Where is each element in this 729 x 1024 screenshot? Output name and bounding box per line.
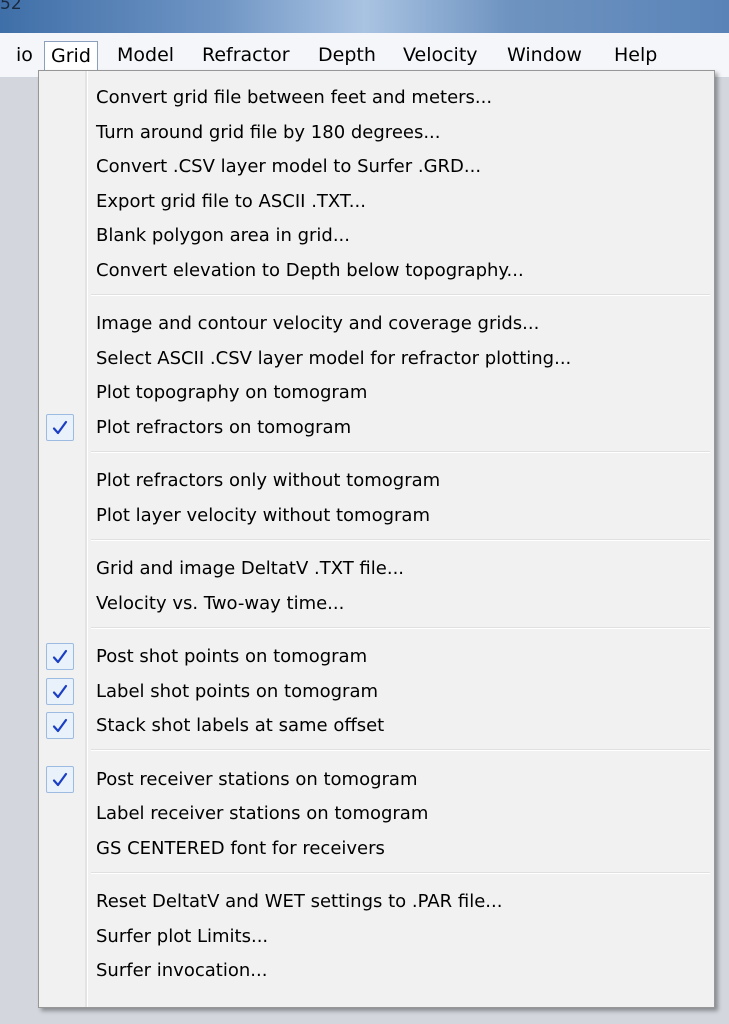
menu-item-label: Label receiver stations on tomogram — [96, 803, 429, 824]
menu-separator — [91, 749, 710, 751]
checkmark-icon — [46, 765, 74, 793]
menu-separator — [91, 871, 710, 874]
menu-item[interactable]: Plot topography on tomogram — [41, 376, 712, 410]
menu-item-label: Plot layer velocity without tomogram — [96, 504, 430, 526]
menu-item[interactable]: Surfer invocation... — [41, 954, 712, 988]
window-title: 52 — [0, 0, 22, 14]
menu-item[interactable]: Label shot points on tomogram — [41, 675, 712, 709]
menu-item[interactable]: Velocity vs. Two-way time... — [41, 587, 712, 621]
menu-item[interactable]: Reset DeltatV and WET settings to .PAR f… — [41, 885, 712, 919]
menu-velocity[interactable]: Velocity — [397, 41, 484, 69]
menu-item-label: Surfer invocation... — [96, 960, 268, 981]
menu-grid[interactable]: Grid — [44, 41, 98, 71]
menu-item[interactable]: Grid and image DeltatV .TXT file... — [41, 552, 712, 586]
menu-item[interactable]: Turn around grid file by 180 degrees... — [41, 116, 712, 150]
checkmark-icon — [46, 712, 74, 739]
window-title-bar: 52 — [0, 0, 729, 33]
menu-item-label: Convert elevation to Depth below topogra… — [96, 259, 524, 281]
menu-item[interactable]: Plot layer velocity without tomogram — [41, 499, 712, 533]
menu-item[interactable]: Convert grid file between feet and meter… — [41, 81, 712, 115]
menu-item[interactable]: Image and contour velocity and coverage … — [41, 307, 712, 341]
menu-item[interactable]: Label receiver stations on tomogram — [41, 797, 712, 831]
menu-item-label: GS CENTERED font for receivers — [96, 837, 385, 859]
menu-help[interactable]: Help — [608, 41, 663, 69]
menu-depth[interactable]: Depth — [312, 41, 382, 69]
checkmark-icon — [46, 413, 74, 441]
grid-menu-dropdown: Convert grid file between feet and meter… — [38, 70, 715, 1008]
menu-item-label: Image and contour velocity and coverage … — [96, 313, 540, 334]
menu-separator — [91, 626, 710, 629]
menu-item[interactable]: Plot refractors on tomogram — [41, 411, 712, 445]
menu-item-label: Convert grid file between feet and meter… — [96, 87, 493, 108]
menu-item-label: Surfer plot Limits... — [96, 925, 269, 947]
menu-item-label: Plot refractors on tomogram — [96, 416, 352, 438]
menu-item[interactable]: Surfer plot Limits... — [41, 920, 712, 954]
checkmark-icon — [46, 643, 74, 670]
menu-item[interactable]: Convert .CSV layer model to Surfer .GRD.… — [41, 150, 712, 184]
menu-separator — [91, 538, 710, 541]
menu-item-label: Select ASCII .CSV layer model for refrac… — [96, 347, 572, 369]
menu-item[interactable]: GS CENTERED font for receivers — [41, 832, 712, 866]
menu-item[interactable]: Stack shot labels at same offset — [41, 709, 712, 743]
menu-item-label: Export grid file to ASCII .TXT... — [96, 190, 366, 212]
menu-item[interactable]: Blank polygon area in grid... — [41, 219, 712, 253]
menu-item-label: Label shot points on tomogram — [96, 680, 379, 702]
menu-item-label: Plot topography on tomogram — [96, 382, 368, 403]
menu-item-label: Turn around grid file by 180 degrees... — [96, 121, 441, 143]
menu-item-label: Blank polygon area in grid... — [96, 225, 351, 246]
menu-separator — [91, 450, 710, 453]
menu-item-label: Post receiver stations on tomogram — [96, 768, 418, 790]
menu-model[interactable]: Model — [111, 41, 180, 69]
menu-item[interactable]: Convert elevation to Depth below topogra… — [41, 254, 712, 288]
menu-item-label: Post shot points on tomogram — [96, 646, 368, 667]
menu-item[interactable]: Select ASCII .CSV layer model for refrac… — [41, 342, 712, 376]
menu-item[interactable]: Post receiver stations on tomogram — [41, 763, 712, 797]
menu-item[interactable]: Plot refractors only without tomogram — [41, 464, 712, 498]
menu-item[interactable]: Export grid file to ASCII .TXT... — [41, 185, 712, 219]
menu-item-label: Stack shot labels at same offset — [96, 715, 385, 736]
menu-item-label: Convert .CSV layer model to Surfer .GRD.… — [96, 156, 482, 177]
menu-item-label: Grid and image DeltatV .TXT file... — [96, 558, 405, 579]
menu-refractor[interactable]: Refractor — [196, 41, 296, 69]
menu-item-label: Plot refractors only without tomogram — [96, 470, 441, 491]
checkmark-icon — [46, 677, 74, 705]
menu-separator — [91, 293, 710, 296]
menu-window[interactable]: Window — [501, 41, 588, 69]
menu-item-label: Velocity vs. Two-way time... — [96, 592, 345, 614]
menu-item-label: Reset DeltatV and WET settings to .PAR f… — [96, 891, 503, 912]
menu-item[interactable]: Post shot points on tomogram — [41, 640, 712, 674]
menu-io[interactable]: io — [10, 41, 39, 69]
